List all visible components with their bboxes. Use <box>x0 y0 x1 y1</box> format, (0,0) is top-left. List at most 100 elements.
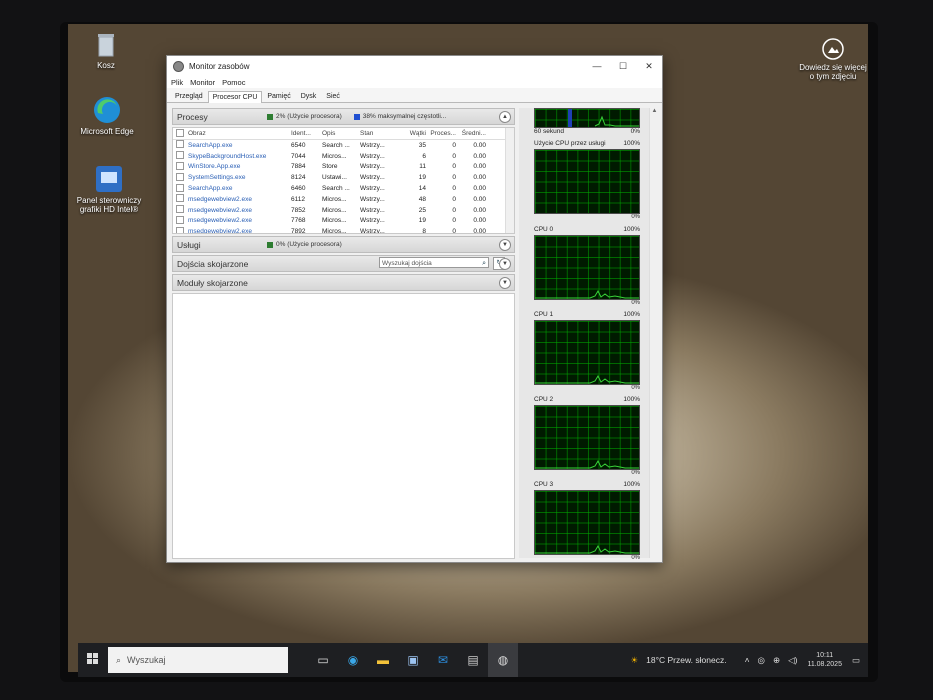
row-checkbox[interactable] <box>176 140 184 149</box>
chevron-down-icon[interactable]: ▼ <box>499 277 511 289</box>
graphs-scrollbar[interactable]: ▲ <box>649 108 659 558</box>
tab-network[interactable]: Sieć <box>321 90 345 102</box>
chevron-down-icon[interactable]: ▼ <box>499 239 511 251</box>
taskbar-search[interactable]: ⌕ Wyszukaj <box>108 647 288 673</box>
select-all-checkbox[interactable] <box>176 128 184 137</box>
row-checkbox[interactable] <box>176 172 184 181</box>
handles-search-input[interactable]: Wyszukaj dojścia ⌕ <box>379 257 489 268</box>
cell-pid: 8124 <box>291 174 306 182</box>
outlook-icon[interactable]: ✉ <box>428 653 458 667</box>
modules-header[interactable]: Moduły skojarzone ▼ <box>172 274 515 291</box>
cell-image: msedgewebview2.exe <box>188 217 252 225</box>
graph-cpu-0: CPU 0 100% 0% <box>534 226 640 308</box>
chevron-up-icon[interactable]: ˄ <box>745 655 750 665</box>
processes-scrollbar[interactable] <box>505 128 514 233</box>
row-checkbox[interactable] <box>176 183 184 192</box>
app-icon[interactable]: ▤ <box>458 653 488 667</box>
store-icon[interactable]: ▣ <box>398 653 428 667</box>
handles-header[interactable]: Dojścia skojarzone Wyszukaj dojścia ⌕ ↻ … <box>172 255 515 272</box>
weather-text[interactable]: 18°C Przew. słonecz. <box>646 655 726 665</box>
graph-cpu-max: 100% <box>623 226 640 233</box>
cell-image: msedgewebview2.exe <box>188 195 252 203</box>
cell-status: Wstrzy... <box>360 152 385 160</box>
col-status[interactable]: Stan <box>360 130 396 137</box>
intel-graphics-shortcut[interactable]: Panel sterowniczy grafiki HD Intel® <box>74 165 144 214</box>
menu-file[interactable]: Plik <box>171 78 183 87</box>
cell-image: msedgewebview2.exe <box>188 228 252 234</box>
table-row[interactable]: SkypeBackgroundHost.exe 7044 Micros... Wstr… <box>173 151 514 162</box>
chevron-up-icon[interactable]: ▲ <box>499 111 511 123</box>
row-checkbox[interactable] <box>176 226 184 233</box>
row-checkbox[interactable] <box>176 151 184 160</box>
graph-total: 60 sekund 0% <box>534 108 640 137</box>
graph-cpu-plot <box>534 405 640 470</box>
close-button[interactable]: ✕ <box>636 56 662 76</box>
cell-avg-cpu: 0.00 <box>473 195 486 203</box>
weather-icon[interactable]: ☀ <box>631 655 639 666</box>
edge-taskbar-icon[interactable]: ◉ <box>338 653 368 667</box>
table-row[interactable]: SearchApp.exe 6540 Search ... Wstrzy... 35 0 0… <box>173 140 514 151</box>
graphs-pane: 60 sekund 0% Użycie CPU przez usługi 100% … <box>519 108 659 561</box>
col-cpu[interactable]: Proces... <box>426 130 456 137</box>
col-description[interactable]: Opis <box>322 130 360 137</box>
task-view-icon[interactable]: ▭ <box>308 653 338 667</box>
graph-cpu-title: CPU 3 <box>534 481 554 488</box>
table-row[interactable]: msedgewebview2.exe 7768 Micros... Wstrzy...… <box>173 215 514 227</box>
table-row[interactable]: msedgewebview2.exe 6112 Micros... Wstrzy...… <box>173 194 514 205</box>
maximize-button[interactable]: ☐ <box>610 56 636 76</box>
menu-monitor[interactable]: Monitor <box>190 78 215 87</box>
row-checkbox[interactable] <box>176 194 184 203</box>
clock[interactable]: 10:11 11.08.2025 <box>807 651 842 669</box>
table-row[interactable]: SystemSettings.exe 8124 Ustawi... Wstrzy...… <box>173 172 514 183</box>
col-avg-cpu[interactable]: Średni... <box>456 130 486 137</box>
file-explorer-icon[interactable]: ▬ <box>368 653 398 667</box>
cpu-usage-text: 2% (Użycie procesora) <box>276 113 342 120</box>
cell-cpu: 0 <box>452 174 456 182</box>
minimize-button[interactable]: — <box>584 56 610 76</box>
processes-header[interactable]: Procesy 2% (Użycie procesora) 38% maksym… <box>172 108 515 125</box>
start-button[interactable] <box>78 652 108 668</box>
tab-strip: Przegląd Procesor CPU Pamięć Dysk Sieć <box>167 88 662 103</box>
services-header[interactable]: Usługi 0% (Użycie procesora) ▼ <box>172 236 515 253</box>
cell-image: SystemSettings.exe <box>188 174 246 182</box>
cell-avg-cpu: 0.00 <box>473 163 486 171</box>
resource-monitor-taskbar-icon[interactable]: ◍ <box>488 643 518 677</box>
volume-icon[interactable]: ◁) <box>788 655 797 666</box>
row-checkbox[interactable] <box>176 215 184 224</box>
col-threads[interactable]: Wątki <box>396 130 426 137</box>
graph-cpu-min: 0% <box>631 385 640 391</box>
tab-disk[interactable]: Dysk <box>296 90 322 102</box>
table-row[interactable]: WinStore.App.exe 7884 Store Wstrzy... 11 0 0.0… <box>173 161 514 173</box>
cell-avg-cpu: 0.00 <box>473 152 486 160</box>
col-pid[interactable]: Ident... <box>291 130 322 137</box>
cell-avg-cpu: 0.00 <box>473 141 486 149</box>
tab-cpu[interactable]: Procesor CPU <box>207 91 263 103</box>
notifications-icon[interactable]: ▭ <box>852 655 860 666</box>
globe-icon[interactable]: ⊕ <box>773 655 780 666</box>
menu-bar: Plik Monitor Pomoc <box>167 76 662 88</box>
tab-memory[interactable]: Pamięć <box>262 90 295 102</box>
edge-shortcut[interactable]: Microsoft Edge <box>78 96 136 136</box>
network-icon[interactable]: ◎ <box>758 655 765 666</box>
chevron-down-icon[interactable]: ▼ <box>499 258 511 270</box>
search-icon[interactable]: ⌕ <box>482 258 486 269</box>
cell-threads: 35 <box>418 141 426 149</box>
cell-threads: 11 <box>419 163 426 171</box>
row-checkbox[interactable] <box>176 161 184 170</box>
max-frequency-text: 38% maksymalnej częstotli... <box>362 113 447 120</box>
scroll-up-icon[interactable]: ▲ <box>650 108 659 114</box>
graph-cpu-max: 100% <box>623 481 640 488</box>
menu-help[interactable]: Pomoc <box>222 78 245 87</box>
tab-overview[interactable]: Przegląd <box>170 90 208 102</box>
recycle-bin[interactable]: Kosz <box>88 32 124 70</box>
row-checkbox[interactable] <box>176 205 184 214</box>
cpu-usage-swatch <box>267 113 273 120</box>
col-image[interactable]: Obraz <box>188 130 291 137</box>
title-bar[interactable]: Monitor zasobów — ☐ ✕ <box>167 56 662 76</box>
table-row[interactable]: SearchApp.exe 6460 Search ... Wstrzy... 14 0 0… <box>173 183 514 194</box>
cell-pid: 7892 <box>291 228 306 234</box>
table-row[interactable]: msedgewebview2.exe 7852 Micros... Wstrzy...… <box>173 205 514 216</box>
table-row[interactable]: msedgewebview2.exe 7892 Micros... Wstrzy...… <box>173 226 514 234</box>
spotlight-info[interactable]: Dowiedz się więcej o tym zdjęciu <box>796 38 870 81</box>
graph-services-min: 0% <box>631 214 640 220</box>
